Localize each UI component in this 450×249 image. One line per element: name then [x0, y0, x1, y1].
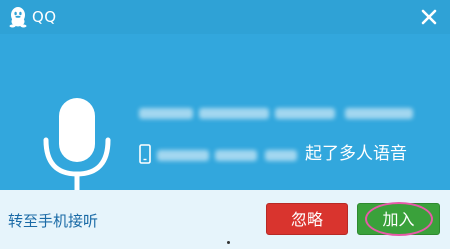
- join-button[interactable]: 加入: [357, 203, 440, 235]
- close-icon[interactable]: [416, 4, 442, 30]
- caller-info-redacted: [139, 106, 413, 122]
- call-info-panel: 起了多人语音: [0, 34, 450, 198]
- action-bar: 转至手机接听 忽略 加入: [0, 190, 450, 249]
- title-bar: QQ: [0, 0, 450, 34]
- qq-penguin-icon: [9, 7, 27, 28]
- transfer-to-phone-link[interactable]: 转至手机接听: [8, 211, 98, 231]
- caller-name-redacted: [157, 148, 297, 164]
- ignore-button[interactable]: 忽略: [266, 203, 348, 235]
- call-message: 起了多人语音: [305, 144, 407, 164]
- stray-dot: [227, 241, 230, 244]
- microphone-icon: [43, 98, 111, 198]
- window-title: QQ: [32, 8, 57, 26]
- mobile-phone-icon: [139, 144, 151, 164]
- voice-call-notification-window: QQ 起了多人语音 转至手机接听 忽略 加入: [0, 0, 450, 249]
